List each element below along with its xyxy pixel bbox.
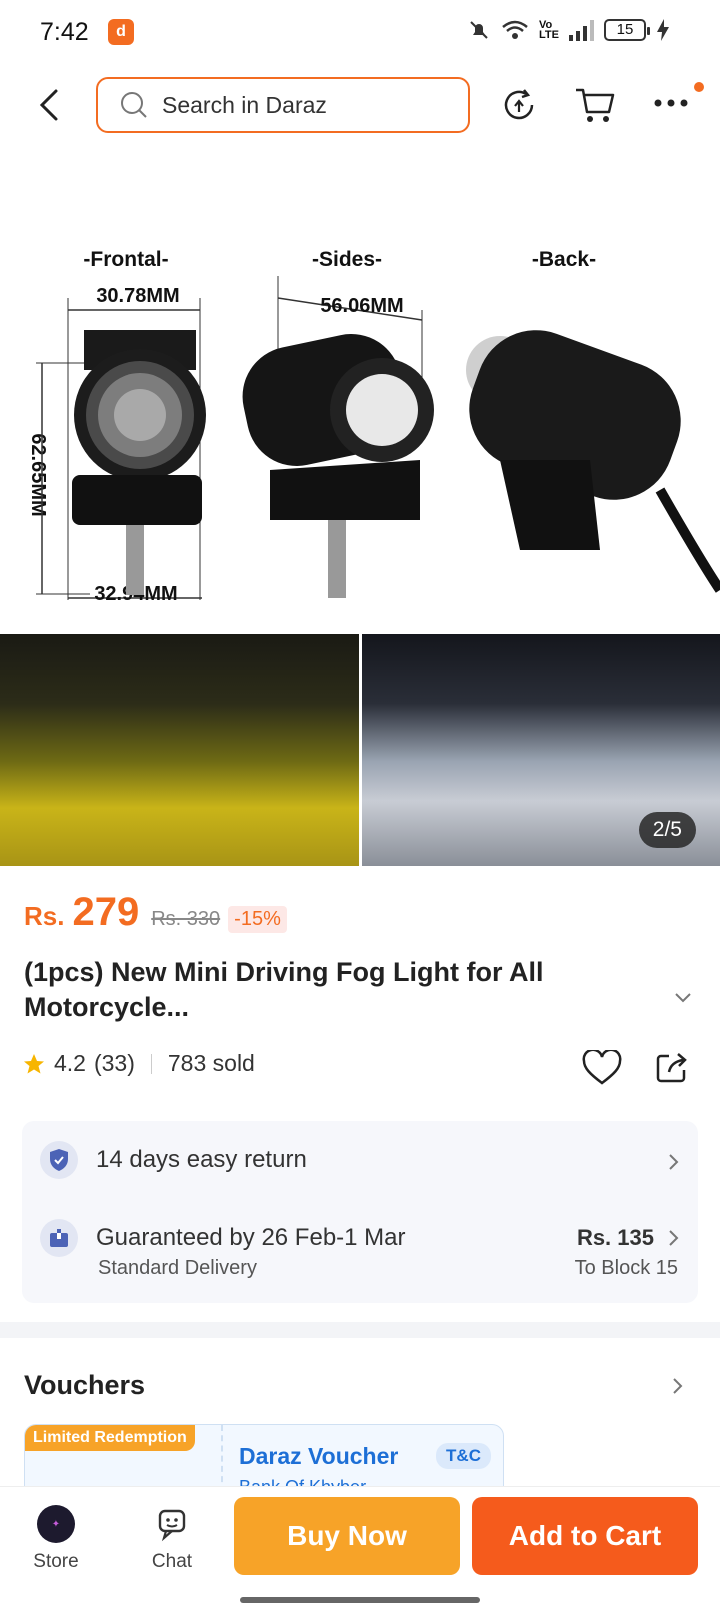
yellow-light-photo bbox=[0, 634, 359, 866]
dim-side-length: 56.06MM bbox=[320, 295, 403, 317]
vouchers-title: Vouchers bbox=[24, 1370, 146, 1400]
limited-redemption-tag: Limited Redemption bbox=[25, 1425, 195, 1451]
status-icons: Vo LTE 15 bbox=[467, 18, 670, 42]
daraz-notification-icon: d bbox=[108, 19, 134, 45]
label-sides: -Sides- bbox=[312, 248, 382, 271]
divider bbox=[150, 1053, 152, 1074]
light-side-view bbox=[242, 333, 434, 598]
top-nav: Search in Daraz bbox=[0, 74, 720, 136]
review-count[interactable]: (33) bbox=[94, 1050, 135, 1077]
chevron-down-icon[interactable] bbox=[674, 992, 692, 1004]
delivery-text: Guaranteed by 26 Feb-1 Mar bbox=[96, 1224, 406, 1251]
bottom-action-bar: ✦ Store Chat Buy Now Add to Cart bbox=[0, 1486, 720, 1612]
more-icon[interactable] bbox=[654, 98, 688, 108]
delivery-box-icon bbox=[40, 1219, 78, 1257]
delivery-location[interactable]: To Block 15 bbox=[575, 1257, 678, 1280]
buy-now-button[interactable]: Buy Now bbox=[234, 1497, 460, 1575]
status-bar: 7:42 d Vo LTE 15 bbox=[0, 0, 720, 64]
price-row: Rs. 279 Rs. 330 -15% bbox=[24, 890, 287, 935]
chevron-right-icon[interactable] bbox=[668, 1229, 680, 1247]
white-light-photo: 2/5 bbox=[361, 634, 720, 866]
light-front-view bbox=[72, 330, 206, 595]
heart-icon[interactable] bbox=[582, 1050, 622, 1086]
product-dimension-diagram: -Frontal- -Sides- -Back- 30.78MM 62.65MM… bbox=[27, 248, 720, 605]
terms-button[interactable]: T&C bbox=[436, 1443, 491, 1469]
label-back: -Back- bbox=[532, 248, 596, 271]
notification-dot bbox=[694, 82, 704, 92]
rating-row: 4.2 (33) 783 sold bbox=[22, 1050, 255, 1077]
product-title[interactable]: (1pcs) New Mini Driving Fog Light for Al… bbox=[24, 955, 624, 1025]
wifi-icon bbox=[502, 20, 528, 39]
image-counter: 2/5 bbox=[638, 812, 696, 848]
price: 279 bbox=[72, 890, 140, 934]
volte-icon: Vo LTE bbox=[539, 19, 559, 41]
mute-icon bbox=[470, 21, 488, 39]
return-text: 14 days easy return bbox=[96, 1146, 307, 1173]
status-time: 7:42 bbox=[40, 18, 89, 46]
star-icon bbox=[24, 1053, 44, 1073]
old-price: Rs. 330 bbox=[151, 908, 221, 930]
chevron-right-icon[interactable] bbox=[668, 1153, 680, 1171]
delivery-sub: Standard Delivery bbox=[98, 1257, 257, 1279]
voucher-name: Daraz Voucher bbox=[239, 1443, 399, 1469]
product-gallery[interactable]: -Frontal- -Sides- -Back- 30.78MM 62.65MM… bbox=[0, 160, 720, 868]
charging-icon bbox=[657, 19, 669, 41]
light-back-view bbox=[466, 330, 720, 593]
section-divider bbox=[0, 1322, 720, 1338]
label-frontal: -Frontal- bbox=[83, 248, 168, 271]
signal-icon bbox=[569, 19, 594, 41]
service-card: 14 days easy return Guaranteed by 26 Feb… bbox=[22, 1121, 698, 1303]
discount-badge: -15% bbox=[228, 906, 287, 933]
shield-check-icon bbox=[40, 1141, 78, 1179]
dim-height: 62.65MM bbox=[27, 433, 49, 516]
sold-count: 783 sold bbox=[167, 1050, 255, 1076]
chat-label: Chat bbox=[151, 1551, 193, 1572]
search-placeholder: Search in Daraz bbox=[162, 91, 327, 118]
currency: Rs. bbox=[24, 901, 65, 931]
add-to-cart-button[interactable]: Add to Cart bbox=[472, 1497, 698, 1575]
search-input[interactable]: Search in Daraz bbox=[96, 77, 470, 133]
delivery-row[interactable]: Guaranteed by 26 Feb-1 Mar bbox=[40, 1219, 406, 1257]
store-label: Store bbox=[33, 1551, 79, 1572]
photo-row: 2/5 bbox=[0, 634, 720, 866]
history-icon[interactable] bbox=[500, 86, 538, 124]
store-button[interactable]: ✦ Store bbox=[16, 1505, 96, 1573]
battery-icon: 15 bbox=[604, 19, 650, 41]
return-row[interactable]: 14 days easy return bbox=[40, 1141, 307, 1179]
store-avatar: ✦ bbox=[37, 1505, 75, 1543]
cart-icon[interactable] bbox=[574, 86, 616, 124]
rating-value: 4.2 bbox=[54, 1050, 86, 1076]
chat-icon bbox=[158, 1509, 186, 1542]
chevron-right-icon[interactable] bbox=[672, 1377, 684, 1395]
delivery-fee: Rs. 135 bbox=[576, 1225, 654, 1250]
chat-button[interactable]: Chat bbox=[132, 1505, 212, 1573]
search-icon bbox=[121, 92, 147, 118]
back-arrow-icon[interactable] bbox=[34, 88, 64, 122]
share-icon[interactable] bbox=[655, 1050, 689, 1084]
dim-front-width: 30.78MM bbox=[96, 285, 179, 307]
home-indicator[interactable] bbox=[240, 1597, 480, 1603]
